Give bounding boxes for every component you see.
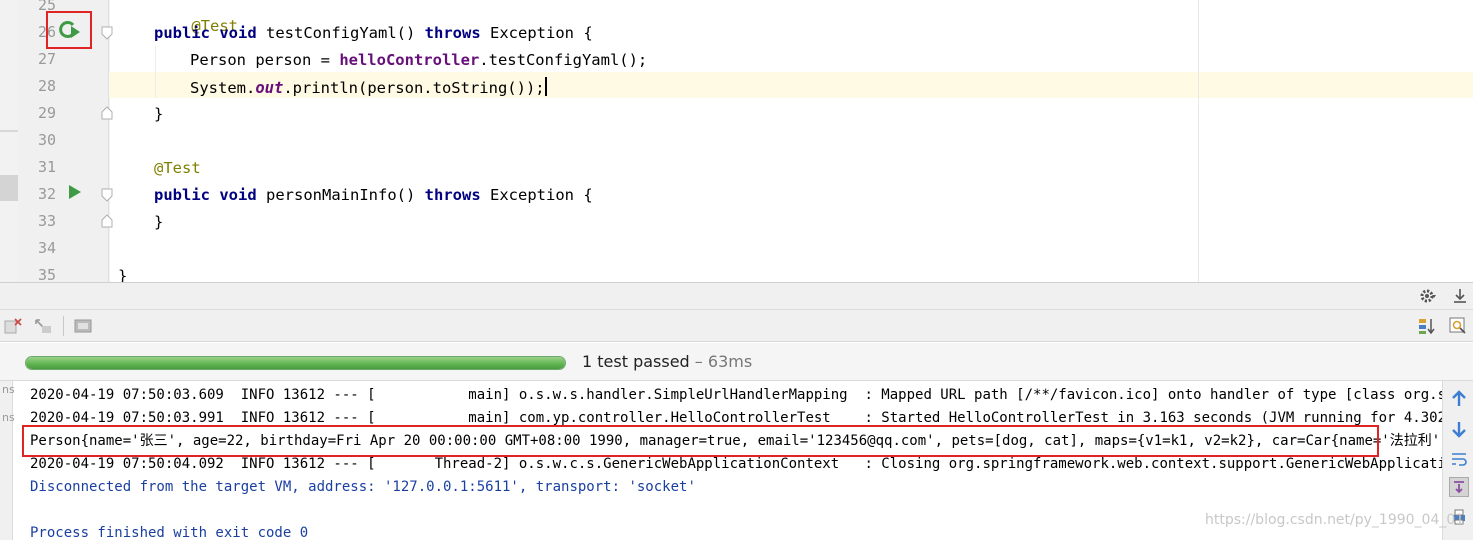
line-number: 27: [38, 50, 57, 68]
code-editor[interactable]: 25 26 27 28 29 30 31 32 33 34 35 @Test p…: [0, 0, 1473, 282]
project-strip: [0, 0, 30, 282]
code-line-27[interactable]: Person person = helloController.testConf…: [190, 50, 647, 70]
line-number: 32: [38, 185, 57, 203]
side-label: ns: [2, 383, 15, 396]
code-line-26[interactable]: public void testConfigYaml() throws Exce…: [154, 23, 593, 43]
sort-alphabetically-icon[interactable]: [1417, 316, 1437, 336]
code-line-35[interactable]: }: [118, 266, 127, 282]
line-number: 30: [38, 131, 57, 149]
minimize-icon[interactable]: [1450, 286, 1470, 306]
test-progress-bar: [25, 356, 566, 370]
line-number: 33: [38, 212, 57, 230]
rerun-test-icon[interactable]: [46, 11, 92, 49]
scroll-up-icon[interactable]: [1449, 389, 1469, 409]
console-line: 2020-04-19 07:50:04.092 INFO 13612 --- […: [30, 456, 1442, 472]
test-progress-row: 1 test passed – 63ms: [0, 343, 1473, 381]
code-line-29[interactable]: }: [154, 104, 163, 124]
line-number: 31: [38, 158, 57, 176]
code-line-28[interactable]: System.out.println(person.toString());: [190, 77, 547, 98]
run-toolbar: [0, 310, 1473, 342]
fold-start-icon[interactable]: [101, 188, 113, 202]
watermark: https://blog.csdn.net/py_1990_04_01: [1205, 512, 1465, 528]
side-label: ns: [2, 411, 15, 424]
code-line-31[interactable]: @Test: [154, 158, 201, 178]
console-line: 2020-04-19 07:50:03.609 INFO 13612 --- […: [30, 387, 1442, 403]
toolbar-separator: [63, 316, 64, 336]
scroll-to-end-icon[interactable]: [1449, 477, 1469, 497]
code-line-32[interactable]: public void personMainInfo() throws Exce…: [154, 185, 593, 205]
console-line-disconnected: Disconnected from the target VM, address…: [30, 479, 696, 495]
line-number: 28: [38, 77, 57, 95]
line-number: 29: [38, 104, 57, 122]
rerun-failed-icon[interactable]: [3, 316, 23, 336]
toggle-auto-test-icon[interactable]: [33, 316, 53, 336]
text-caret: [544, 77, 547, 96]
line-number: 34: [38, 239, 57, 257]
run-panel-header: [0, 282, 1473, 310]
fold-end-icon[interactable]: [101, 214, 113, 228]
line-number: 35: [38, 266, 57, 282]
test-progress-fill: [26, 357, 565, 369]
test-status-text: 1 test passed – 63ms: [582, 352, 753, 371]
run-test-icon[interactable]: [68, 184, 82, 204]
gutter-border: [108, 0, 109, 282]
export-results-icon[interactable]: [73, 316, 93, 336]
strip-marker: [0, 130, 18, 132]
soft-wrap-icon[interactable]: [1449, 449, 1469, 469]
expand-results-icon[interactable]: [1448, 316, 1468, 336]
console-side-tab: ns ns: [0, 381, 15, 540]
scroll-down-icon[interactable]: [1449, 419, 1469, 439]
right-margin-guide: [1198, 0, 1199, 282]
console-line-exit: Process finished with exit code 0: [30, 525, 309, 540]
output-highlight-box: [22, 425, 1379, 457]
fold-start-icon[interactable]: [101, 26, 113, 40]
code-line-33[interactable]: }: [154, 212, 163, 232]
fold-end-icon[interactable]: [101, 106, 113, 120]
gear-icon[interactable]: [1418, 286, 1438, 306]
